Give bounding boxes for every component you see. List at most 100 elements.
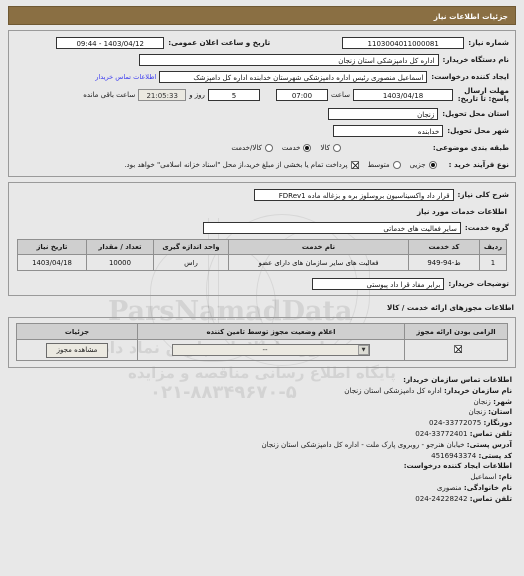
delivery-city-label: شهر محل تحویل: <box>447 126 509 135</box>
contact-phone-value: 33772401-024 <box>415 428 468 438</box>
row-delivery-city: شهر محل تحویل: خدابنده <box>15 124 509 137</box>
contact-fax: دورنگار: 33772075-024 <box>8 418 512 429</box>
row-response-deadline: مهلت ارسال پاسخ: تا تاریخ: 1403/04/18 سا… <box>15 87 509 103</box>
radio-icon[interactable] <box>264 143 273 152</box>
process-option-minor-label: جزیی <box>409 160 426 169</box>
col-unit: واحد اندازه گیری <box>153 239 229 255</box>
category-option-goods[interactable]: کالا <box>320 143 341 152</box>
services-table-wrap: ردیف کد خدمت نام خدمت واحد اندازه گیری ت… <box>15 239 509 271</box>
requirement-info-panel: شماره نیاز: 1103004011000081 تاریخ و ساع… <box>8 30 516 177</box>
process-option-minor[interactable]: جزیی <box>409 160 437 169</box>
creator-last-name-key: نام خانوادگی: <box>463 482 512 492</box>
creator-first-name: نام: اسماعیل <box>8 472 512 483</box>
remaining-days-value: 5 <box>207 89 260 101</box>
creator-last-name: نام خانوادگی: منصوری <box>8 483 512 494</box>
contact-address-value: خیابان هنرجو - روبروی پارک ملت - اداره ک… <box>261 439 465 449</box>
contact-organization-key: نام سازمان خریدار: <box>444 385 512 395</box>
creator-contact-title: اطلاعات ایجاد کننده درخواست: <box>403 461 512 471</box>
cell-permit-status: ▼ -- <box>137 339 405 361</box>
creator-first-name-value: اسماعیل <box>470 472 497 482</box>
buyer-contact-link[interactable]: اطلاعات تماس خریدار <box>95 73 159 81</box>
contact-postal-key: کد پستی: <box>478 450 512 460</box>
subject-category-options: کالا خدمت کالا/خدمت <box>222 143 341 152</box>
remaining-days-label: روز و <box>189 91 205 99</box>
row-purchase-process-type: نوع فرآیند خرید : جزیی متوسط پرداخت تمام… <box>15 158 509 171</box>
col-permit-status: اعلام وضعیت مجوز توسط تامین کننده <box>137 323 405 340</box>
cell-name: فعالیت های سایر سازمان های دارای عضو <box>228 254 409 271</box>
contact-fax-key: دورنگار: <box>483 418 512 428</box>
announce-datetime-value: 1403/04/12 - 09:44 <box>56 36 165 49</box>
service-group-label: گروه خدمت: <box>464 223 509 232</box>
request-number-label: شماره نیاز: <box>468 38 509 47</box>
subject-category-label: طبقه بندی موضوعی: <box>432 143 509 152</box>
contact-address: آدرس پستی: خیابان هنرجو - روبروی پارک مل… <box>8 440 512 451</box>
countdown-timer-value: 21:05:33 <box>138 89 187 101</box>
deadline-hour-label: ساعت <box>330 91 350 99</box>
contact-phone-key: تلفن تماس: <box>469 428 512 438</box>
radio-icon[interactable] <box>392 160 401 169</box>
request-number-value: 1103004011000081 <box>342 36 465 49</box>
buyer-contact-block: اطلاعات تماس سازمان خریدار: نام سازمان خ… <box>8 375 516 505</box>
cell-unit: راس <box>153 254 229 271</box>
col-index: ردیف <box>479 239 507 255</box>
permit-status-dropdown[interactable]: ▼ -- <box>172 344 370 356</box>
purchase-process-label: نوع فرآیند خرید : <box>448 160 509 169</box>
permit-status-value: -- <box>262 346 268 354</box>
radio-selected-icon[interactable] <box>428 160 437 169</box>
row-buyer-organization: نام دستگاه خریدار: اداره کل دامپزشکی است… <box>15 53 509 66</box>
response-deadline-label: مهلت ارسال پاسخ: تا تاریخ: <box>457 86 509 103</box>
buyer-organization-label: نام دستگاه خریدار: <box>442 55 509 64</box>
buyer-notes-value: برابر مفاد قرا داد پیوستی <box>312 277 445 290</box>
radio-selected-icon[interactable] <box>303 143 312 152</box>
contact-postal-code: کد پستی: 4516943374 <box>8 451 512 462</box>
row-request-number: شماره نیاز: 1103004011000081 تاریخ و ساع… <box>15 36 509 49</box>
buyer-organization-value: اداره کل دامپزشکی استان زنجان <box>138 53 439 66</box>
contact-organization: نام سازمان خریدار: اداره کل دامپزشکی است… <box>8 386 512 397</box>
cell-date: 1403/04/18 <box>17 254 87 271</box>
col-name: نام خدمت <box>228 239 409 255</box>
creator-phone-value: 24228242-024 <box>415 493 468 503</box>
contact-address-key: آدرس پستی: <box>466 439 512 449</box>
contact-city-key: شهر: <box>493 396 512 406</box>
contact-province-key: استان: <box>488 407 512 417</box>
view-permit-button[interactable]: مشاهده مجوز <box>45 342 109 358</box>
chevron-down-icon[interactable]: ▼ <box>358 345 369 355</box>
category-option-goods-service-label: کالا/خدمت <box>231 143 262 152</box>
cell-permit-details: مشاهده مجوز <box>16 339 138 361</box>
permits-panel: الزامی بودن ارائه مجوز اعلام وضعیت مجوز … <box>8 317 516 368</box>
request-creator-label: ایجاد کننده درخواست: <box>431 72 509 81</box>
category-option-goods-service[interactable]: کالا/خدمت <box>231 143 273 152</box>
category-option-goods-label: کالا <box>320 143 330 152</box>
announce-datetime-label: تاریخ و ساعت اعلان عمومی: <box>168 38 271 47</box>
contact-province-value: زنجان <box>468 407 486 417</box>
row-buyer-notes: توضیحات خریدار: برابر مفاد قرا داد پیوست… <box>15 277 509 290</box>
delivery-province-value: زنجان <box>328 107 439 120</box>
creator-phone: تلفن تماس: 24228242-024 <box>8 494 512 505</box>
purchase-process-options: جزیی متوسط پرداخت تمام یا بخشی از مبلغ خ… <box>115 160 437 169</box>
delivery-city-value: خدابنده <box>333 124 444 137</box>
category-option-service[interactable]: خدمت <box>281 143 312 152</box>
services-section-title: اطلاعات خدمات مورد نیاز <box>417 207 507 216</box>
creator-first-name-key: نام: <box>498 472 512 482</box>
checkbox-checked-icon[interactable] <box>350 160 359 169</box>
permits-section-title: اطلاعات مجوزهای ارائه خدمت / کالا <box>387 303 514 312</box>
radio-icon[interactable] <box>332 143 341 152</box>
cell-code: ط-94-949 <box>408 254 480 271</box>
contact-province: استان: زنجان <box>8 407 512 418</box>
col-permit-required: الزامی بودن ارائه مجوز <box>404 323 508 340</box>
contact-city-value: زنجان <box>473 396 491 406</box>
treasury-bond-note: پرداخت تمام یا بخشی از مبلغ خرید،از محل … <box>124 160 348 169</box>
buyer-notes-label: توضیحات خریدار: <box>448 279 509 288</box>
deadline-date-value: 1403/04/18 <box>353 89 453 101</box>
process-option-medium[interactable]: متوسط <box>368 160 401 169</box>
requirement-summary-value: قرار داد واکسیناسیون بروسلوز بره و بزغال… <box>253 188 454 201</box>
row-service-group: گروه خدمت: سایر فعالیت های خدماتی <box>15 221 509 234</box>
contact-phone: تلفن تماس: 33772401-024 <box>8 429 512 440</box>
treasury-bond-option[interactable]: پرداخت تمام یا بخشی از مبلغ خرید،از محل … <box>124 160 359 169</box>
table-row: ▼ -- مشاهده مجوز <box>16 339 508 361</box>
deadline-hour-value: 07:00 <box>275 89 328 101</box>
row-delivery-province: استان محل تحویل: زنجان <box>15 107 509 120</box>
contact-title: اطلاعات تماس سازمان خریدار: <box>403 375 512 384</box>
category-option-service-label: خدمت <box>281 143 301 152</box>
row-subject-category: طبقه بندی موضوعی: کالا خدمت کالا/خدمت <box>15 141 509 154</box>
